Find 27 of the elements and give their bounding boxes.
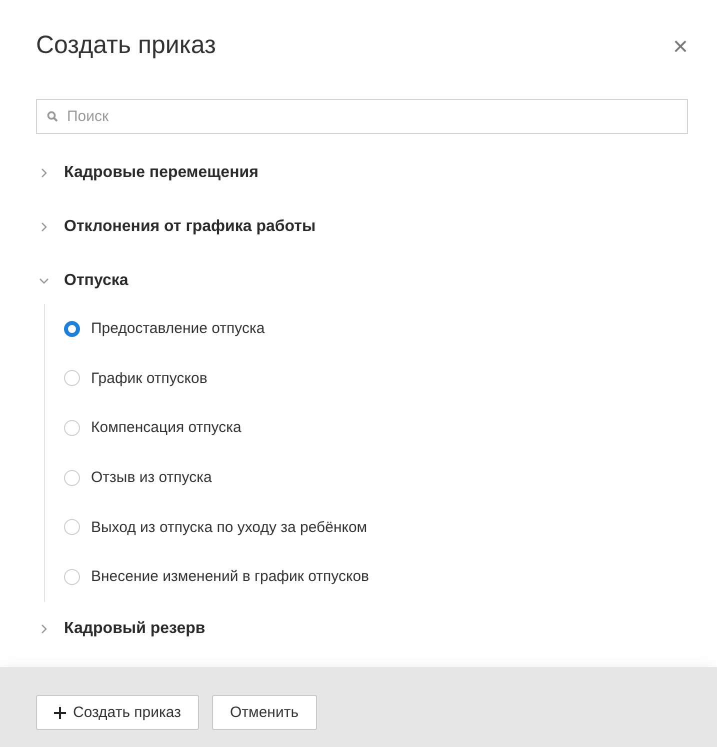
- close-button[interactable]: ×: [672, 33, 688, 59]
- chevron-right-icon[interactable]: [39, 624, 49, 634]
- option-label[interactable]: Компенсация отпуска: [91, 419, 242, 436]
- search-field[interactable]: Поиск: [36, 99, 688, 134]
- option-label[interactable]: График отпусков: [91, 370, 208, 387]
- option-label[interactable]: Внесение изменений в график отпусков: [91, 568, 370, 586]
- search-icon: [47, 111, 58, 122]
- dialog-title: Создать приказ: [36, 30, 216, 60]
- radio-button[interactable]: [64, 320, 80, 337]
- option-label[interactable]: Предоставление отпуска: [91, 320, 265, 338]
- create-button[interactable]: Создать приказ: [36, 695, 199, 730]
- radio-button[interactable]: [64, 519, 80, 536]
- option-label[interactable]: Выход из отпуска по уходу за ребёнком: [91, 518, 368, 536]
- group-title[interactable]: Кадровые перемещения: [64, 164, 258, 182]
- cancel-button[interactable]: Отменить: [212, 695, 317, 730]
- chevron-down-icon[interactable]: [39, 276, 49, 286]
- radio-button[interactable]: [64, 420, 80, 436]
- radio-button[interactable]: [64, 568, 80, 585]
- radio-button[interactable]: [64, 370, 80, 386]
- plus-icon: [54, 706, 66, 718]
- group-title[interactable]: Отклонения от графика работы: [64, 218, 316, 236]
- option-label[interactable]: Отзыв из отпуска: [91, 469, 212, 486]
- group-title[interactable]: Кадровый резерв: [64, 620, 206, 638]
- chevron-right-icon[interactable]: [39, 222, 49, 232]
- chevron-right-icon[interactable]: [39, 168, 49, 178]
- radio-button[interactable]: [64, 470, 80, 486]
- group-title[interactable]: Отпуска: [64, 272, 128, 290]
